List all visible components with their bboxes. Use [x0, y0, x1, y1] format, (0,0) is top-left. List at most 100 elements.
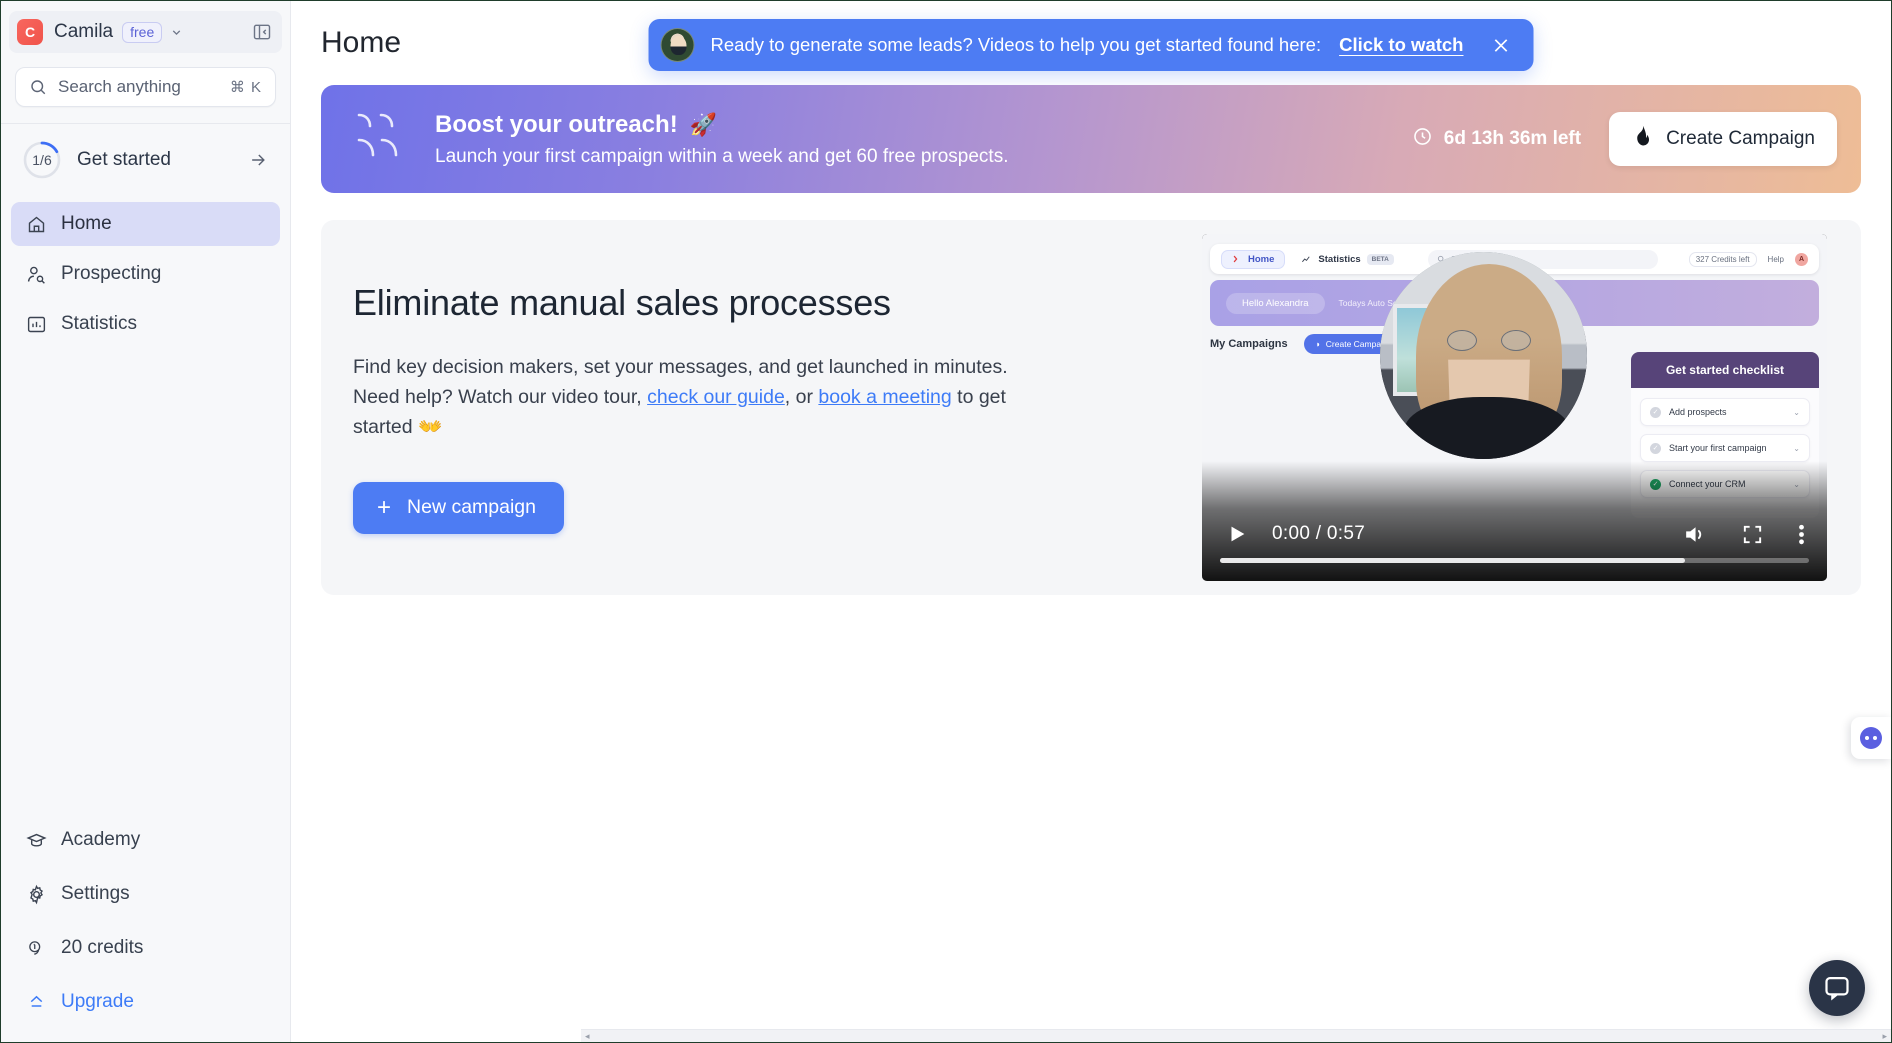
workspace-switcher[interactable]: C Camila free	[9, 11, 282, 53]
hero-body: Find key decision makers, set your messa…	[353, 352, 1013, 442]
chat-side-tab[interactable]	[1851, 717, 1891, 759]
boost-heading: Boost your outreach! 🚀	[435, 111, 1412, 139]
thumbnail-topbar-right: 327 Credits left Help A	[1688, 251, 1808, 267]
search-shortcut: ⌘ K	[229, 79, 262, 96]
chat-bubble-icon	[1860, 727, 1882, 749]
hero-left: Eliminate manual sales processes Find ke…	[353, 282, 1053, 534]
intercom-launcher-button[interactable]	[1809, 960, 1865, 1016]
scroll-left-arrow[interactable]: ◂	[585, 1031, 590, 1042]
new-campaign-label: New campaign	[407, 496, 536, 518]
thumbnail-help-chip: Help	[1767, 254, 1784, 264]
sidebar-item-home[interactable]: Home	[11, 202, 280, 246]
presenter-body	[1404, 397, 1570, 459]
hero-body-part2: , or	[784, 385, 819, 408]
thumbnail-credits-chip: 327 Credits left	[1688, 251, 1757, 267]
get-started-row[interactable]: 1/6 Get started	[15, 124, 276, 196]
thumbnail-home-label: Home	[1248, 253, 1275, 265]
main-content: Home Ready to generate some leads? Video…	[291, 1, 1891, 1042]
sidebar: C Camila free Search anything ⌘ K 1/6 Ge…	[1, 1, 291, 1042]
topbar: Home Ready to generate some leads? Video…	[291, 1, 1891, 85]
sidebar-item-label: Statistics	[61, 313, 138, 334]
check-circle-icon: ✓	[1650, 442, 1661, 454]
sidebar-item-label: Academy	[61, 829, 141, 850]
video-player[interactable]: Home Statistics BETA Search...	[1202, 234, 1827, 581]
search-input[interactable]: Search anything ⌘ K	[15, 67, 276, 107]
promo-banner[interactable]: Ready to generate some leads? Videos to …	[648, 19, 1534, 71]
horizontal-scrollbar[interactable]: ◂ ▸	[581, 1029, 1891, 1042]
create-campaign-button[interactable]: Create Campaign	[1609, 112, 1837, 166]
create-campaign-label: Create Campaign	[1666, 128, 1815, 149]
thumbnail-avatar: A	[1795, 252, 1808, 266]
app-window: C Camila free Search anything ⌘ K 1/6 Ge…	[0, 0, 1892, 1043]
thumbnail-home-tab: Home	[1221, 249, 1286, 269]
boost-banner: Boost your outreach! 🚀 Launch your first…	[321, 85, 1861, 193]
search-placeholder: Search anything	[58, 77, 181, 96]
video-progress-fill	[1220, 558, 1686, 563]
sidebar-item-credits[interactable]: 20 credits	[11, 926, 280, 970]
video-progress-bar[interactable]	[1220, 558, 1809, 563]
thumbnail-checklist-label: Start your first campaign	[1669, 443, 1767, 453]
primary-nav: Home Prospecting Statistics	[1, 196, 290, 352]
sidebar-item-settings[interactable]: Settings	[11, 872, 280, 916]
flame-icon	[1631, 124, 1652, 154]
coins-icon	[25, 938, 47, 959]
thumbnail-flame-icon: ◗	[1315, 339, 1321, 349]
thumbnail-hello-chip: Hello Alexandra	[1226, 292, 1325, 314]
content-area: Boost your outreach! 🚀 Launch your first…	[291, 85, 1891, 595]
countdown-text: 6d 13h 36m left	[1443, 128, 1582, 149]
thumbnail-stats-label: Statistics	[1318, 253, 1361, 265]
video-time: 0:00 / 0:57	[1272, 523, 1366, 544]
bar-chart-icon	[25, 314, 47, 335]
sidebar-collapse-button[interactable]	[248, 18, 276, 46]
arrow-right-icon[interactable]	[248, 150, 268, 170]
hero-title: Eliminate manual sales processes	[353, 281, 891, 323]
chevron-down-icon	[170, 26, 183, 39]
thumbnail-campaign-row: My Campaigns ◗ Create Campaign	[1210, 334, 1405, 354]
sidebar-item-label: Prospecting	[61, 263, 162, 284]
graduation-cap-icon	[25, 830, 47, 851]
sidebar-item-statistics[interactable]: Statistics	[11, 302, 280, 346]
check-circle-icon: ✓	[1650, 406, 1661, 418]
new-campaign-button[interactable]: + New campaign	[353, 481, 564, 534]
boost-text: Boost your outreach! 🚀 Launch your first…	[435, 111, 1412, 168]
scroll-right-arrow[interactable]: ▸	[1882, 1031, 1887, 1042]
sidebar-item-prospecting[interactable]: Prospecting	[11, 252, 280, 296]
play-icon[interactable]	[1224, 521, 1250, 547]
progress-ring: 1/6	[23, 141, 61, 179]
upload-arrow-icon	[25, 992, 47, 1013]
home-icon	[25, 214, 47, 235]
video-controls: 0:00 / 0:57	[1202, 521, 1827, 547]
boost-subtext: Launch your first campaign within a week…	[435, 145, 1009, 167]
hero-card: Eliminate manual sales processes Find ke…	[321, 220, 1861, 595]
person-search-icon	[25, 264, 47, 285]
plus-icon: +	[377, 493, 392, 521]
book-a-meeting-link[interactable]: book a meeting	[818, 386, 951, 408]
sidebar-item-label: Home	[61, 213, 112, 234]
workspace-avatar: C	[17, 19, 43, 45]
fullscreen-icon[interactable]	[1741, 523, 1764, 546]
get-started-label: Get started	[77, 149, 171, 170]
presenter-video-bubble	[1380, 252, 1587, 459]
sidebar-item-label: Settings	[61, 883, 130, 904]
workspace-name: Camila	[54, 21, 114, 42]
close-icon[interactable]	[1489, 33, 1513, 57]
volume-icon[interactable]	[1682, 522, 1707, 547]
clock-icon	[1412, 126, 1433, 153]
click-to-watch-link[interactable]: Click to watch	[1339, 34, 1463, 56]
more-vertical-icon[interactable]	[1798, 522, 1805, 547]
wind-lines-icon	[351, 109, 413, 170]
plan-badge: free	[122, 21, 163, 43]
check-our-guide-link[interactable]: check our guide	[647, 386, 785, 408]
sidebar-item-academy[interactable]: Academy	[11, 818, 280, 862]
person-avatar	[660, 28, 695, 62]
thumbnail-checklist-title: Get started checklist	[1631, 352, 1819, 388]
rocket-icon: 🚀	[689, 111, 718, 137]
gear-icon	[25, 884, 47, 905]
hands-emoji-icon: 👐	[418, 415, 443, 438]
thumbnail-checklist-item: ✓ Add prospects ⌄	[1640, 398, 1810, 426]
promo-message: Ready to generate some leads? Videos to …	[710, 34, 1322, 55]
sidebar-item-upgrade[interactable]: Upgrade	[11, 980, 280, 1024]
boost-heading-text: Boost your outreach!	[435, 110, 678, 138]
intercom-messenger-icon	[1825, 976, 1849, 1001]
